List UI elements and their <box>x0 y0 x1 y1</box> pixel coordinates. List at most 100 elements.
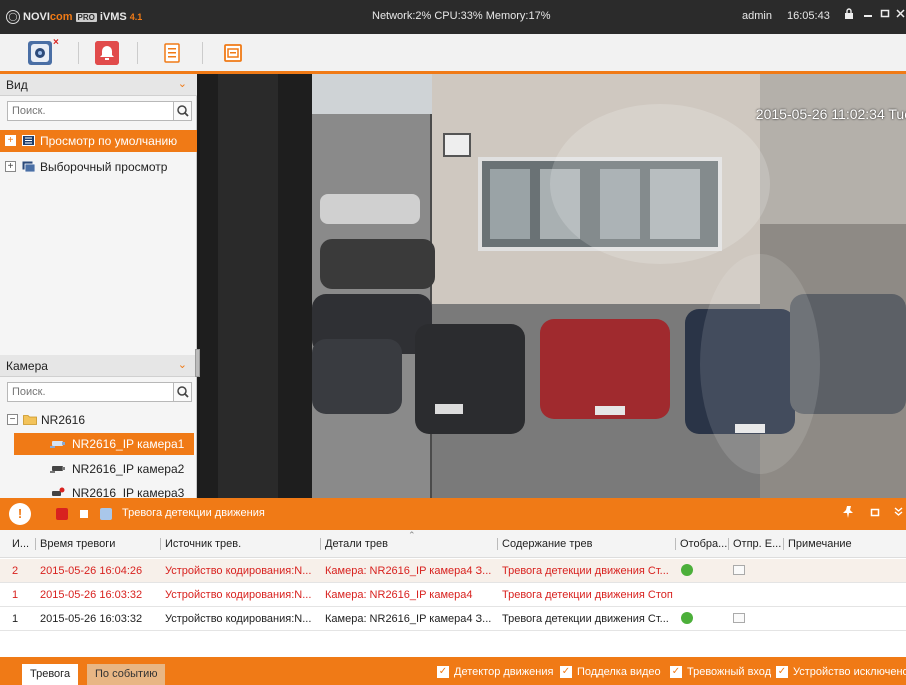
logo-version: 4.1 <box>129 12 143 22</box>
view-section-title: Вид <box>6 78 28 92</box>
lock-icon[interactable] <box>842 8 856 22</box>
chevron-down-icon[interactable]: ⌄ <box>178 358 187 371</box>
email-icon[interactable] <box>733 565 745 575</box>
email-icon[interactable] <box>733 613 745 623</box>
cell-details: Камера: NR2616_IP камера4 <box>325 589 473 601</box>
alarm-panel-header: ! Тревога детекции движения <box>0 498 906 530</box>
view-search-box <box>7 101 192 121</box>
camera-item-1[interactable]: NR2616_IP камера1 <box>14 433 194 455</box>
table-header: И... Время тревоги Источник трев. Детали… <box>0 530 906 558</box>
device-label: NR2616 <box>41 413 86 427</box>
cell-content: Тревога детекции движения Стоп <box>502 589 673 601</box>
table-row[interactable]: 2 2015-05-26 16:04:26 Устройство кодиров… <box>0 559 906 583</box>
cell-time: 2015-05-26 16:03:32 <box>40 613 143 625</box>
ip-camera-icon <box>50 463 65 474</box>
logo-brand: NOVIcom <box>23 11 73 23</box>
ip-camera-alarm-icon <box>50 487 65 498</box>
filter-checkbox[interactable]: ✓ <box>776 666 788 678</box>
live-view-button[interactable] <box>28 41 52 65</box>
filter-label: Устройство исключено <box>793 666 906 678</box>
logo-app-name: iVMS <box>99 11 127 23</box>
pin-icon[interactable] <box>843 506 854 521</box>
video-viewport[interactable]: 2015-05-26 11:02:34 Tue <box>200 74 906 498</box>
tab-by-event[interactable]: По событию <box>87 664 166 685</box>
toolbar-separator <box>137 42 138 64</box>
maximize-button[interactable] <box>878 8 892 22</box>
log-button[interactable] <box>221 41 245 65</box>
expand-icon[interactable]: + <box>5 161 16 172</box>
filter-checkbox[interactable]: ✓ <box>437 666 449 678</box>
camera-item-3[interactable]: NR2616_IP камера3 <box>0 482 197 498</box>
camera-icon <box>31 44 49 62</box>
column-header[interactable]: Детали трев <box>325 538 388 550</box>
view-item-default[interactable]: + Просмотр по умолчанию <box>0 130 197 152</box>
logo-emblem-icon: ◯ <box>6 10 20 24</box>
camera-item-label: NR2616_IP камера3 <box>72 486 185 498</box>
column-header[interactable]: Содержание трев <box>502 538 592 550</box>
view-search-input[interactable] <box>8 102 168 120</box>
alarm-button[interactable] <box>95 41 119 65</box>
camera-item-2[interactable]: NR2616_IP камера2 <box>0 458 197 480</box>
camera-item-label: NR2616_IP камера1 <box>72 437 185 451</box>
current-user[interactable]: admin <box>742 10 772 22</box>
cell-content: Тревога детекции движения Ст... <box>502 565 669 577</box>
collapse-icon[interactable]: − <box>7 414 18 425</box>
camera-search-box <box>7 382 192 402</box>
main-toolbar: × <box>0 34 906 74</box>
column-header[interactable]: Время тревоги <box>40 538 115 550</box>
camera-item-label: NR2616_IP камера2 <box>72 462 185 476</box>
restore-panel-icon[interactable] <box>870 506 880 520</box>
event-list-button[interactable] <box>160 41 184 65</box>
cell-source: Устройство кодирования:N... <box>165 613 312 625</box>
cell-index: 1 <box>12 589 19 601</box>
minimize-button[interactable] <box>861 8 875 22</box>
custom-view-icon <box>22 161 36 173</box>
alarm-title: Тревога детекции движения <box>122 507 265 519</box>
toolbar-separator <box>78 42 79 64</box>
warning-icon[interactable]: ! <box>9 503 31 525</box>
filter-label: Подделка видео <box>577 666 661 678</box>
close-tab-icon[interactable]: × <box>53 37 59 48</box>
system-stats: Network:2% CPU:33% Memory:17% <box>372 10 551 22</box>
cell-details: Камера: NR2616_IP камера4 З... <box>325 613 492 625</box>
table-row[interactable]: 1 2015-05-26 16:03:32 Устройство кодиров… <box>0 607 906 631</box>
filter-label: Тревожный вход <box>687 666 772 678</box>
view-section-header[interactable]: Вид ⌄ <box>0 74 197 96</box>
camera-search-input[interactable] <box>8 383 168 401</box>
camera-feed-image <box>200 74 906 498</box>
column-header[interactable]: Отобра... <box>680 538 727 550</box>
filter-label: Детектор движения <box>454 666 554 678</box>
search-icon[interactable] <box>173 102 191 120</box>
alarm-list-icon[interactable] <box>78 508 90 520</box>
column-header[interactable]: Отпр. Е... <box>733 538 781 550</box>
device-node[interactable]: − NR2616 <box>0 409 197 431</box>
column-header[interactable]: И... <box>12 538 29 550</box>
play-icon[interactable] <box>681 612 693 624</box>
cell-time: 2015-05-26 16:04:26 <box>40 565 143 577</box>
close-button[interactable] <box>894 8 906 22</box>
play-icon[interactable] <box>681 564 693 576</box>
column-header[interactable]: Источник трев. <box>165 538 241 550</box>
alarm-video-icon[interactable] <box>100 508 112 520</box>
sort-ascending-icon[interactable]: ⌃ <box>408 530 416 541</box>
logo-pro-badge: PRO <box>75 12 97 22</box>
toolbar-separator <box>202 42 203 64</box>
view-item-custom[interactable]: + Выборочный просмотр <box>0 156 197 178</box>
cell-index: 2 <box>12 565 19 577</box>
filter-checkbox[interactable]: ✓ <box>560 666 572 678</box>
search-icon[interactable] <box>173 383 191 401</box>
left-panel: Вид ⌄ + Просмотр по умолчанию + Выборочн… <box>0 74 200 498</box>
collapse-panel-icon[interactable] <box>894 506 903 520</box>
expand-icon[interactable]: + <box>5 135 16 146</box>
log-icon <box>224 44 242 62</box>
column-header[interactable]: Примечание <box>788 538 852 550</box>
view-item-label: Просмотр по умолчанию <box>40 134 178 148</box>
table-row[interactable]: 1 2015-05-26 16:03:32 Устройство кодиров… <box>0 583 906 607</box>
alarm-sound-icon[interactable] <box>56 508 68 520</box>
tab-alarm[interactable]: Тревога <box>22 664 79 685</box>
camera-section-header[interactable]: Камера ⌄ <box>0 355 197 377</box>
filter-checkbox[interactable]: ✓ <box>670 666 682 678</box>
title-bar: ◯ NOVIcom PRO iVMS 4.1 Network:2% CPU:33%… <box>0 0 906 34</box>
chevron-down-icon[interactable]: ⌄ <box>178 77 187 90</box>
ip-camera-icon <box>50 438 65 449</box>
